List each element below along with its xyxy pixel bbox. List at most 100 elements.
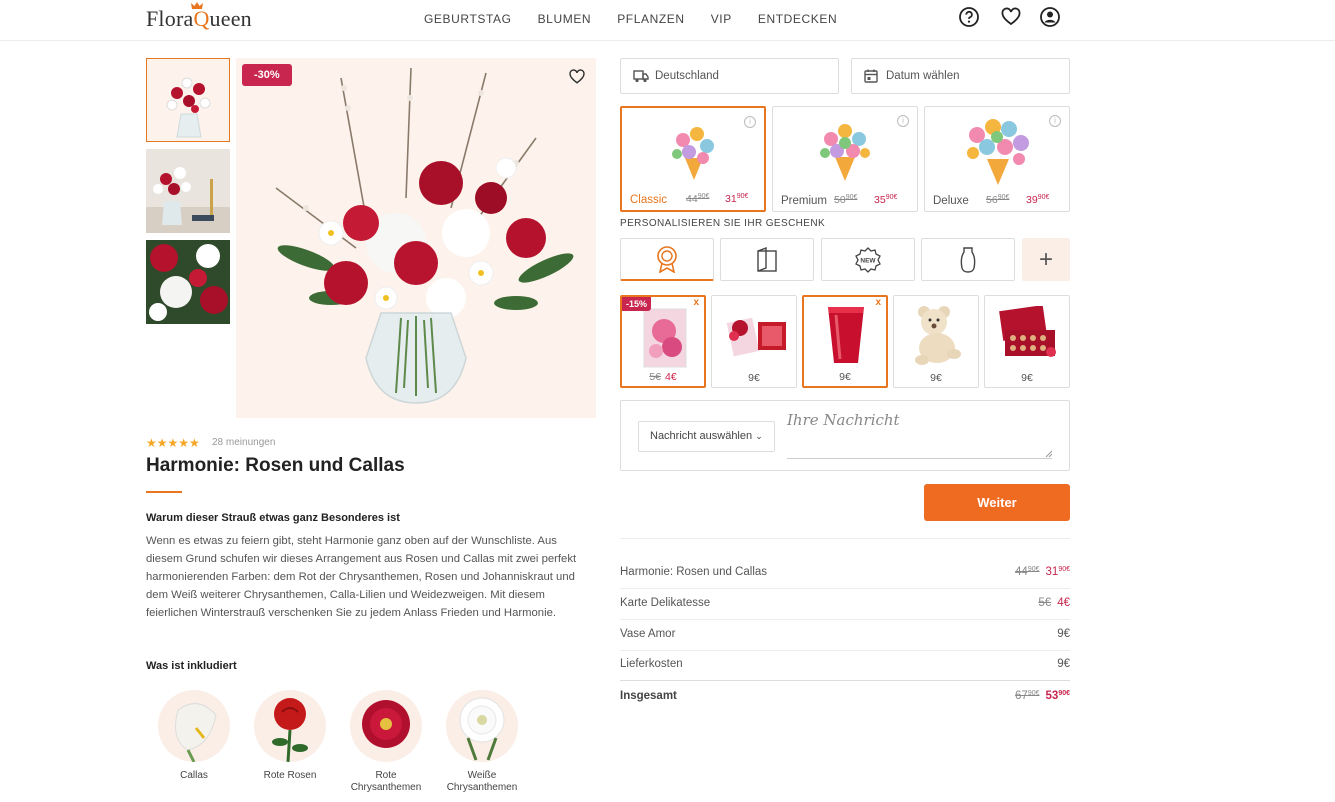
- variant-premium[interactable]: i Premium 5090€ 3590€: [772, 106, 918, 212]
- thumbnail-1[interactable]: [146, 58, 230, 142]
- nav-vip[interactable]: VIP: [711, 12, 732, 26]
- calla-image: [175, 703, 217, 762]
- rose-image: [272, 698, 308, 762]
- variant-new-price: 3190€: [725, 193, 749, 205]
- bouquet-image: [236, 58, 596, 418]
- review-count[interactable]: 28 meinungen: [212, 437, 275, 448]
- tab-new[interactable]: NEW: [821, 238, 915, 281]
- included-label: Weiße: [467, 770, 497, 781]
- included-item-weisse-chrysanthemen: Weiße Chrysanthemen: [434, 690, 530, 794]
- gift-vase-amor[interactable]: x 9€: [802, 295, 888, 388]
- tab-award[interactable]: [620, 238, 714, 281]
- resize-handle-icon[interactable]: [1044, 449, 1052, 457]
- personalize-title: PERSONALISIEREN SIE IHR GESCHENK: [620, 218, 826, 229]
- greeting-card-image: [643, 308, 687, 368]
- why-heading: Warum dieser Strauß etwas ganz Besondere…: [146, 512, 400, 524]
- remove-gift-button[interactable]: x: [875, 297, 881, 308]
- row-divider: [620, 650, 1070, 651]
- variant-classic[interactable]: i Classic 4490€ 3190€: [620, 106, 766, 212]
- variant-new-price: 3990€: [1026, 194, 1050, 206]
- gift-price: 9€: [839, 371, 851, 383]
- country-select[interactable]: Deutschland: [620, 58, 839, 94]
- gift-price: 5€ 4€: [649, 371, 677, 383]
- variant-name: Premium: [781, 195, 828, 207]
- included-label-2: Chrysanthemen: [350, 782, 422, 793]
- included-label: Callas: [180, 770, 208, 781]
- variant-name: Deluxe: [933, 195, 969, 207]
- message-select[interactable]: Nachricht auswählen ⌄: [638, 421, 775, 452]
- message-textarea[interactable]: Ihre Nachricht: [787, 409, 1052, 459]
- message-panel: Nachricht auswählen ⌄ Ihre Nachricht: [620, 400, 1070, 471]
- gift-chocolate-set[interactable]: 9€: [711, 295, 797, 388]
- calendar-icon: [864, 69, 878, 83]
- gift-price: 9€: [930, 372, 942, 384]
- country-value: Deutschland: [655, 70, 719, 82]
- svg-text:NEW: NEW: [860, 257, 876, 264]
- included-label-2: Chrysanthemen: [446, 782, 518, 793]
- variant-old-price: 5690€: [986, 194, 1010, 206]
- summary-label: Harmonie: Rosen und Callas: [620, 566, 768, 578]
- wishlist-heart-icon[interactable]: [568, 68, 586, 86]
- classic-bouquet-icon: [672, 127, 714, 180]
- user-icon[interactable]: [1039, 6, 1061, 28]
- nav-entdecken[interactable]: ENTDECKEN: [758, 12, 837, 26]
- bouquet-thumbnail-image: [147, 59, 229, 141]
- summary-row: Vase Amor 9€: [620, 628, 1070, 640]
- variant-new-price: 3590€: [874, 194, 898, 206]
- vase-icon: [960, 246, 976, 273]
- help-icon[interactable]: [958, 6, 980, 28]
- white-chrysanthemum-image: [446, 690, 518, 762]
- gift-card-delikatesse[interactable]: -15% x 5€ 4€: [620, 295, 706, 388]
- tab-vase[interactable]: [921, 238, 1015, 281]
- product-description: Wenn es etwas zu feiern gibt, steht Harm…: [146, 535, 577, 619]
- rating-stars: ★★★★★: [146, 436, 200, 450]
- premium-bouquet-icon: [820, 124, 870, 181]
- row-divider: [620, 588, 1070, 589]
- heart-icon[interactable]: [1000, 6, 1022, 28]
- date-select[interactable]: Datum wählen: [851, 58, 1070, 94]
- included-item-rote-rosen: Rote Rosen: [242, 690, 338, 782]
- included-label: Rote: [375, 770, 397, 781]
- row-divider: [620, 619, 1070, 620]
- gift-discount-badge: -15%: [622, 297, 652, 311]
- total-divider: [620, 680, 1070, 681]
- info-icon[interactable]: i: [1049, 115, 1061, 127]
- title-divider: [146, 491, 182, 493]
- info-icon[interactable]: i: [744, 116, 756, 128]
- nav-geburtstag[interactable]: GEBURTSTAG: [424, 12, 512, 26]
- red-chrysanthemum-image: [362, 700, 410, 748]
- main-nav: GEBURTSTAG BLUMEN PFLANZEN VIP ENTDECKEN: [424, 12, 863, 26]
- summary-label: Vase Amor: [620, 628, 676, 640]
- summary-divider: [620, 538, 1070, 539]
- continue-button[interactable]: Weiter: [924, 484, 1070, 521]
- thumbnail-2[interactable]: [146, 149, 230, 233]
- message-placeholder: Ihre Nachricht: [787, 411, 900, 429]
- teddy-bear-image: [915, 306, 961, 365]
- bouquet-closeup-image: [146, 240, 230, 324]
- gift-teddy-bear[interactable]: 9€: [893, 295, 979, 388]
- info-icon[interactable]: i: [897, 115, 909, 127]
- remove-gift-button[interactable]: x: [693, 297, 699, 308]
- variant-deluxe[interactable]: i Deluxe 5690€ 3990€: [924, 106, 1070, 212]
- chocolate-box-image: [999, 306, 1056, 357]
- chocolate-gift-set-image: [726, 317, 786, 357]
- gift-price: 9€: [1021, 372, 1033, 384]
- nav-blumen[interactable]: BLUMEN: [538, 12, 592, 26]
- product-title: Harmonie: Rosen und Callas: [146, 455, 405, 476]
- summary-row: Harmonie: Rosen und Callas 4490€ 3190€: [620, 566, 1070, 578]
- chevron-down-icon: ⌄: [755, 431, 763, 441]
- included-item-callas: Callas: [146, 690, 242, 782]
- main-product-image: -30%: [236, 58, 596, 418]
- site-header: FloraQueen GEBURTSTAG BLUMEN PFLANZEN VI…: [0, 0, 1335, 41]
- tab-card[interactable]: [720, 238, 814, 281]
- red-vase-image: [828, 307, 864, 363]
- deluxe-bouquet-icon: [967, 119, 1029, 185]
- crown-icon: [191, 2, 203, 9]
- nav-pflanzen[interactable]: PFLANZEN: [617, 12, 684, 26]
- included-item-rote-chrysanthemen: Rote Chrysanthemen: [338, 690, 434, 794]
- summary-total-row: Insgesamt 6790€ 5390€: [620, 690, 1070, 702]
- new-badge-icon: NEW: [855, 246, 881, 273]
- gift-chocolate-box[interactable]: 9€: [984, 295, 1070, 388]
- add-more-button[interactable]: +: [1022, 238, 1070, 281]
- thumbnail-3[interactable]: [146, 240, 230, 324]
